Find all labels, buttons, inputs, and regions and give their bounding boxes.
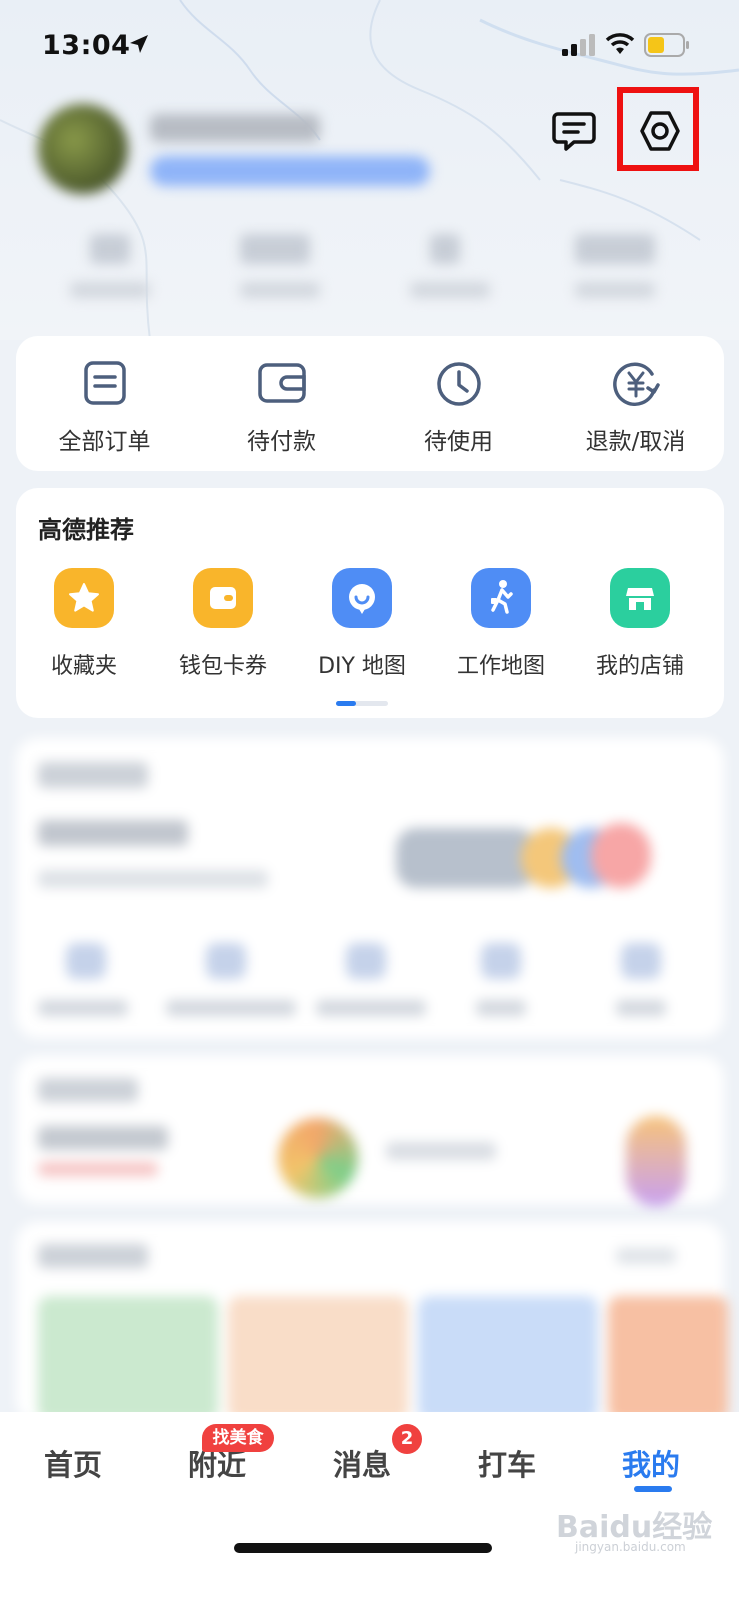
- recommend-title: 高德推荐: [38, 516, 134, 544]
- status-bar: 13:04: [0, 0, 739, 90]
- nearby-badge: 找美食: [202, 1424, 274, 1452]
- rec-wallet-coupons[interactable]: 钱包卡券: [153, 568, 293, 679]
- wifi-icon: [605, 33, 635, 54]
- diy-map-icon: [332, 568, 392, 628]
- blurred-card-3: [16, 1222, 728, 1422]
- star-icon: [54, 568, 114, 628]
- store-icon: [610, 568, 670, 628]
- rec-work-map-label: 工作地图: [456, 654, 545, 679]
- order-all[interactable]: 全部订单: [16, 336, 193, 471]
- page-indicator: [336, 701, 388, 706]
- order-all-label: 全部订单: [58, 429, 151, 455]
- order-refund[interactable]: 退款/取消: [547, 336, 724, 471]
- battery-icon: [644, 33, 689, 57]
- order-list-icon: [83, 361, 126, 405]
- home-indicator: [234, 1543, 492, 1553]
- order-to-use[interactable]: 待使用: [370, 336, 547, 471]
- wallet-card-icon: [193, 568, 253, 628]
- watermark-sub: jingyan.baidu.com: [575, 1540, 686, 1554]
- message-icon[interactable]: [552, 110, 596, 152]
- rec-my-store-label: 我的店铺: [595, 654, 684, 679]
- rec-favorites-label: 收藏夹: [50, 654, 117, 679]
- rec-work-map[interactable]: 工作地图: [431, 568, 571, 679]
- rec-diy-map-label: DIY 地图: [318, 654, 406, 679]
- member-badge[interactable]: [150, 156, 430, 186]
- walking-person-icon: [471, 568, 531, 628]
- page-indicator-active: [336, 701, 356, 706]
- yen-refund-icon: [612, 362, 660, 407]
- stats-row: [0, 220, 739, 320]
- tab-messages[interactable]: 消息: [333, 1442, 391, 1484]
- tab-taxi[interactable]: 打车: [478, 1442, 536, 1484]
- blurred-card-2: [16, 1056, 724, 1206]
- messages-count-badge: 2: [392, 1424, 422, 1454]
- rec-diy-map[interactable]: DIY 地图: [292, 568, 432, 679]
- rec-wallet-coupons-label: 钱包卡券: [178, 654, 267, 679]
- active-tab-indicator: [634, 1486, 672, 1492]
- orders-card: 全部订单 待付款 待使用 退款/取消: [16, 336, 724, 471]
- location-arrow-icon: [130, 35, 148, 53]
- profile-name: [150, 114, 320, 142]
- cellular-signal-icon: [562, 34, 595, 56]
- avatar[interactable]: [38, 104, 128, 194]
- tab-bar: 首页 附近 找美食 消息 2 打车 我的 Baidu经验 jingyan.bai…: [0, 1412, 739, 1600]
- tab-mine[interactable]: 我的: [622, 1442, 680, 1484]
- settings-icon[interactable]: [638, 109, 682, 153]
- status-time: 13:04: [42, 30, 131, 61]
- order-to-use-label: 待使用: [424, 429, 493, 455]
- rec-favorites[interactable]: 收藏夹: [14, 568, 154, 679]
- blurred-card-1: [16, 738, 724, 1038]
- order-pending-payment[interactable]: 待付款: [193, 336, 370, 471]
- order-pending-payment-label: 待付款: [247, 429, 316, 455]
- wallet-icon: [257, 363, 306, 403]
- tab-home[interactable]: 首页: [44, 1442, 102, 1484]
- order-refund-label: 退款/取消: [585, 429, 686, 455]
- recommend-card: 高德推荐 收藏夹 钱包卡券 DIY 地图 工作地图 我的店铺: [16, 488, 724, 718]
- clock-icon: [436, 362, 481, 406]
- rec-my-store[interactable]: 我的店铺: [570, 568, 710, 679]
